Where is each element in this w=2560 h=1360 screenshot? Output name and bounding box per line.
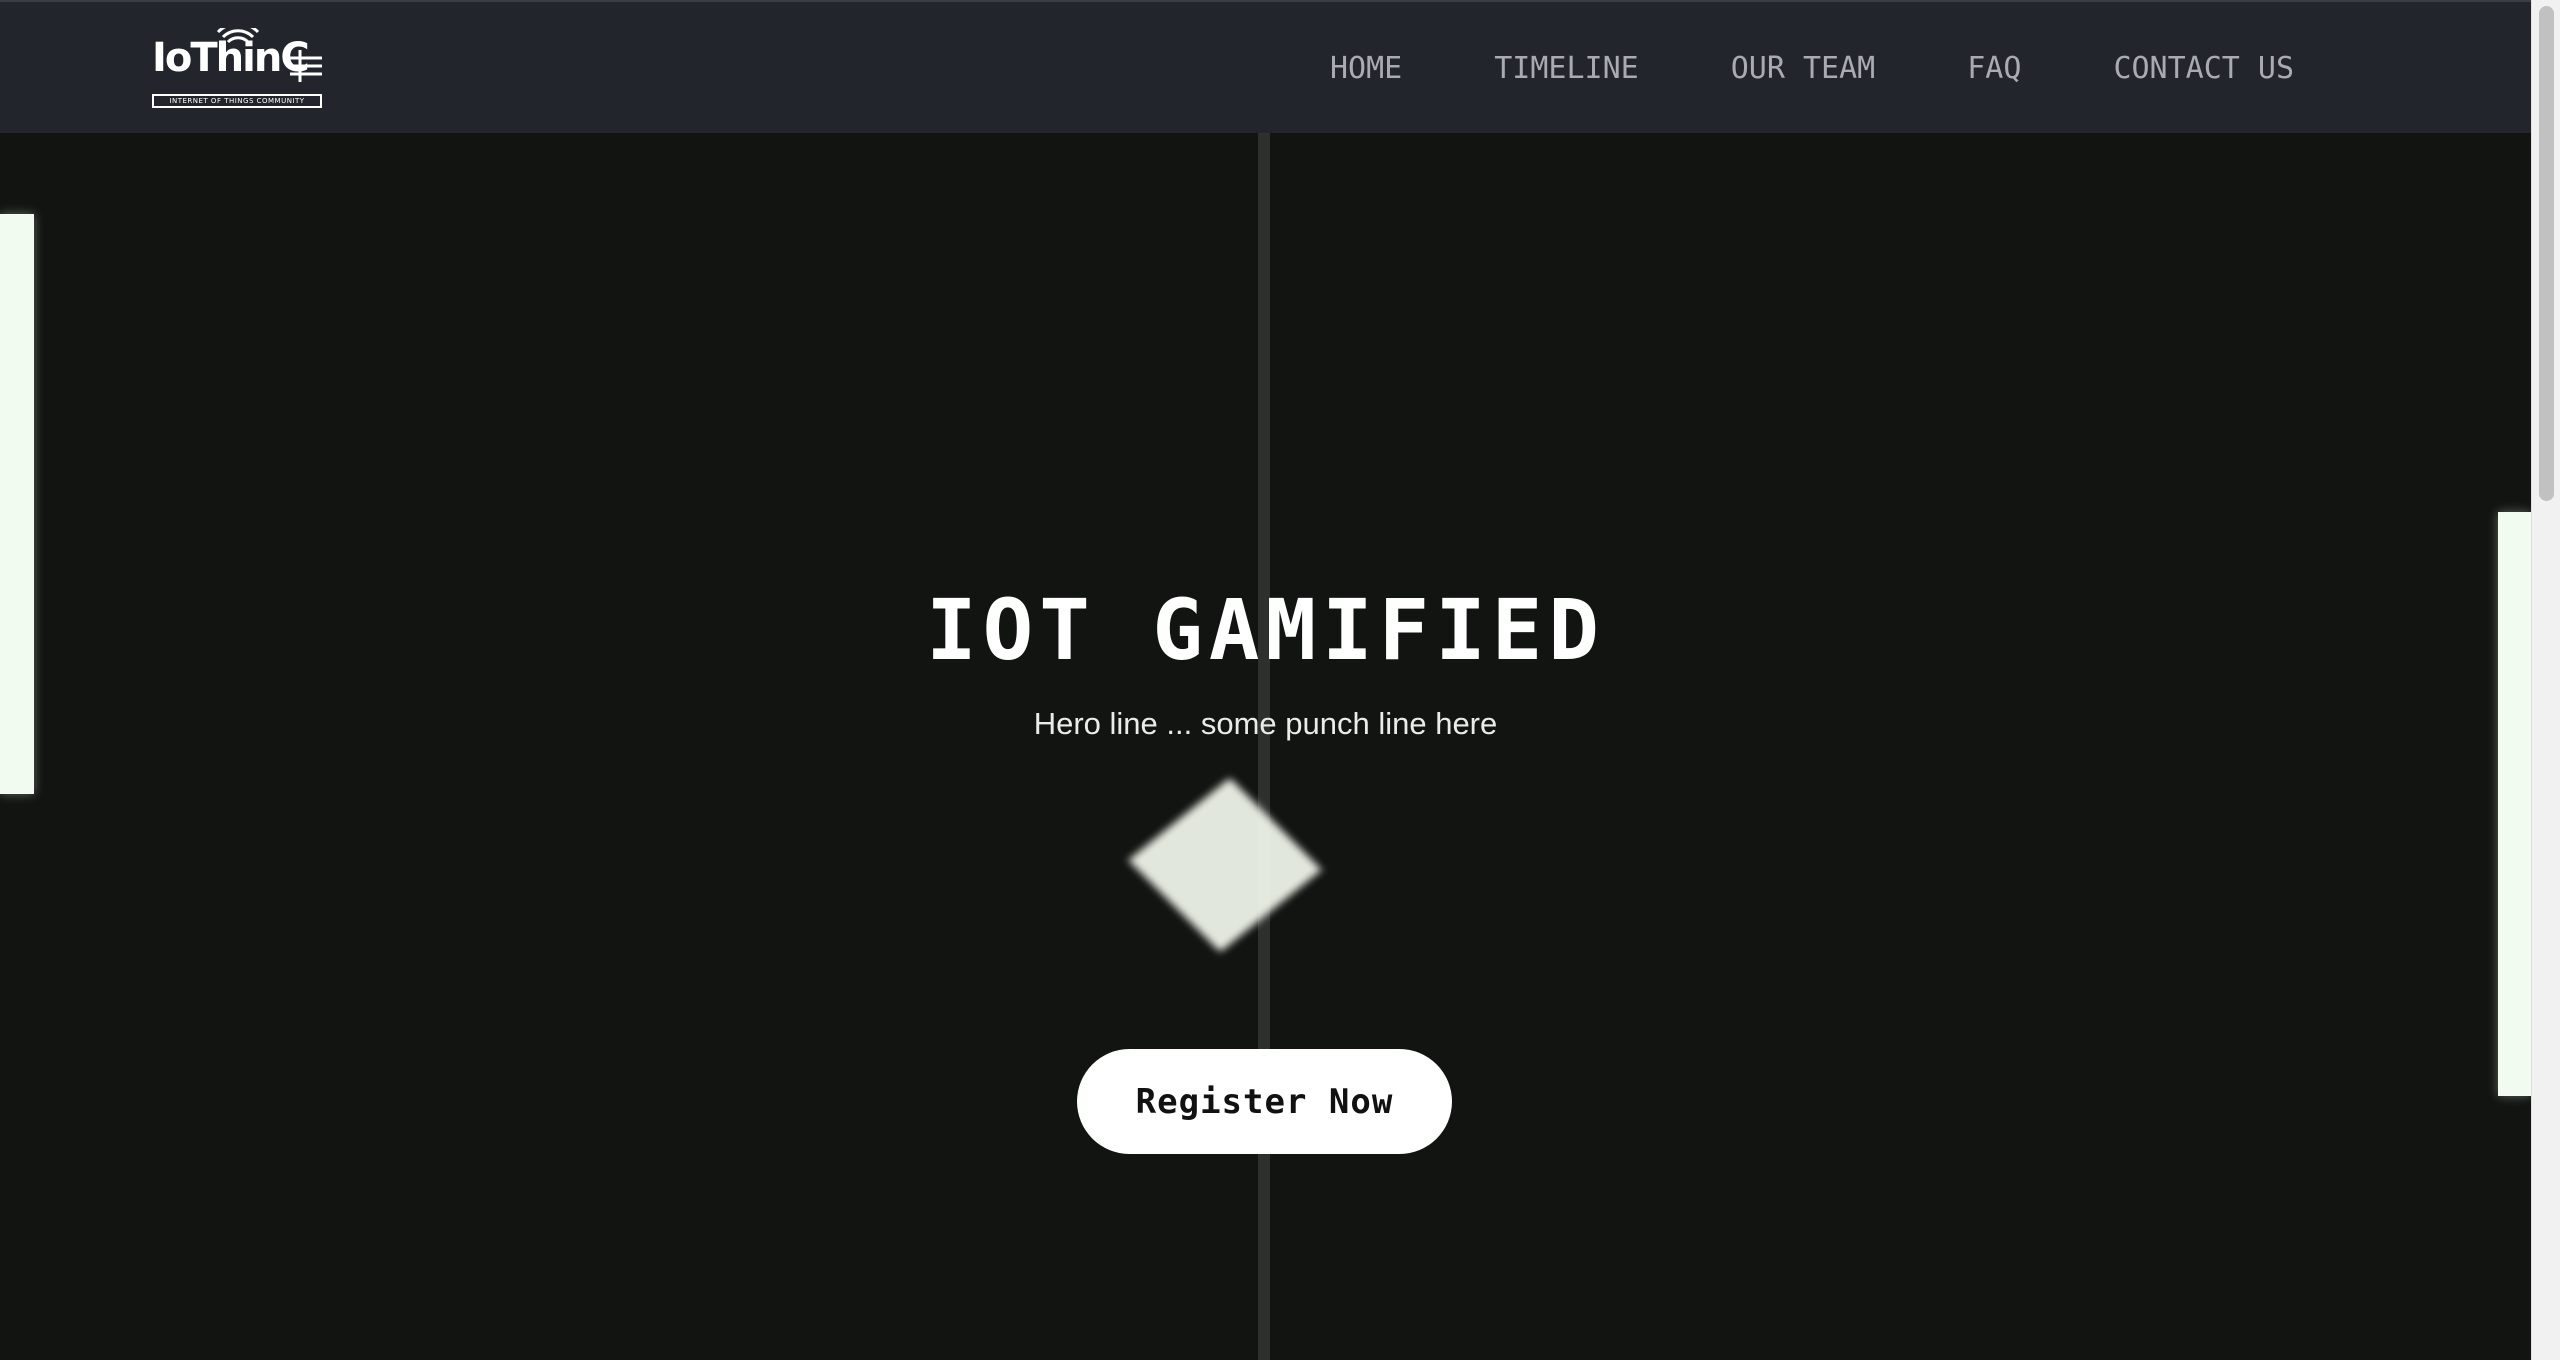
nav-our-team[interactable]: OUR TEAM: [1731, 51, 1876, 86]
hero-subtitle: Hero line ... some punch line here: [1033, 706, 1498, 741]
logo-tagline: INTERNET OF THINGS COMMUNITY: [152, 94, 322, 108]
main-nav: HOME TIMELINE OUR TEAM FAQ CONTACT US: [1330, 2, 2294, 135]
nav-faq[interactable]: FAQ: [1967, 51, 2021, 86]
hero-title: IOT GAMIFIED: [926, 581, 1605, 679]
pong-ball: [1128, 777, 1322, 953]
scrollbar-thumb[interactable]: [2539, 6, 2554, 501]
nav-contact-us[interactable]: CONTACT US: [2113, 51, 2294, 86]
site-logo[interactable]: IoThinC INTERNET OF THINGS COMMUNITY: [150, 28, 324, 110]
navbar: IoThinC INTERNET OF THINGS COMMUNITY HOM…: [0, 0, 2531, 133]
page-scrollbar[interactable]: [2531, 0, 2560, 1360]
nav-home[interactable]: HOME: [1330, 51, 1402, 86]
page: IoThinC INTERNET OF THINGS COMMUNITY HOM…: [0, 0, 2560, 1360]
register-now-button[interactable]: Register Now: [1077, 1049, 1452, 1154]
nav-timeline[interactable]: TIMELINE: [1494, 51, 1639, 86]
